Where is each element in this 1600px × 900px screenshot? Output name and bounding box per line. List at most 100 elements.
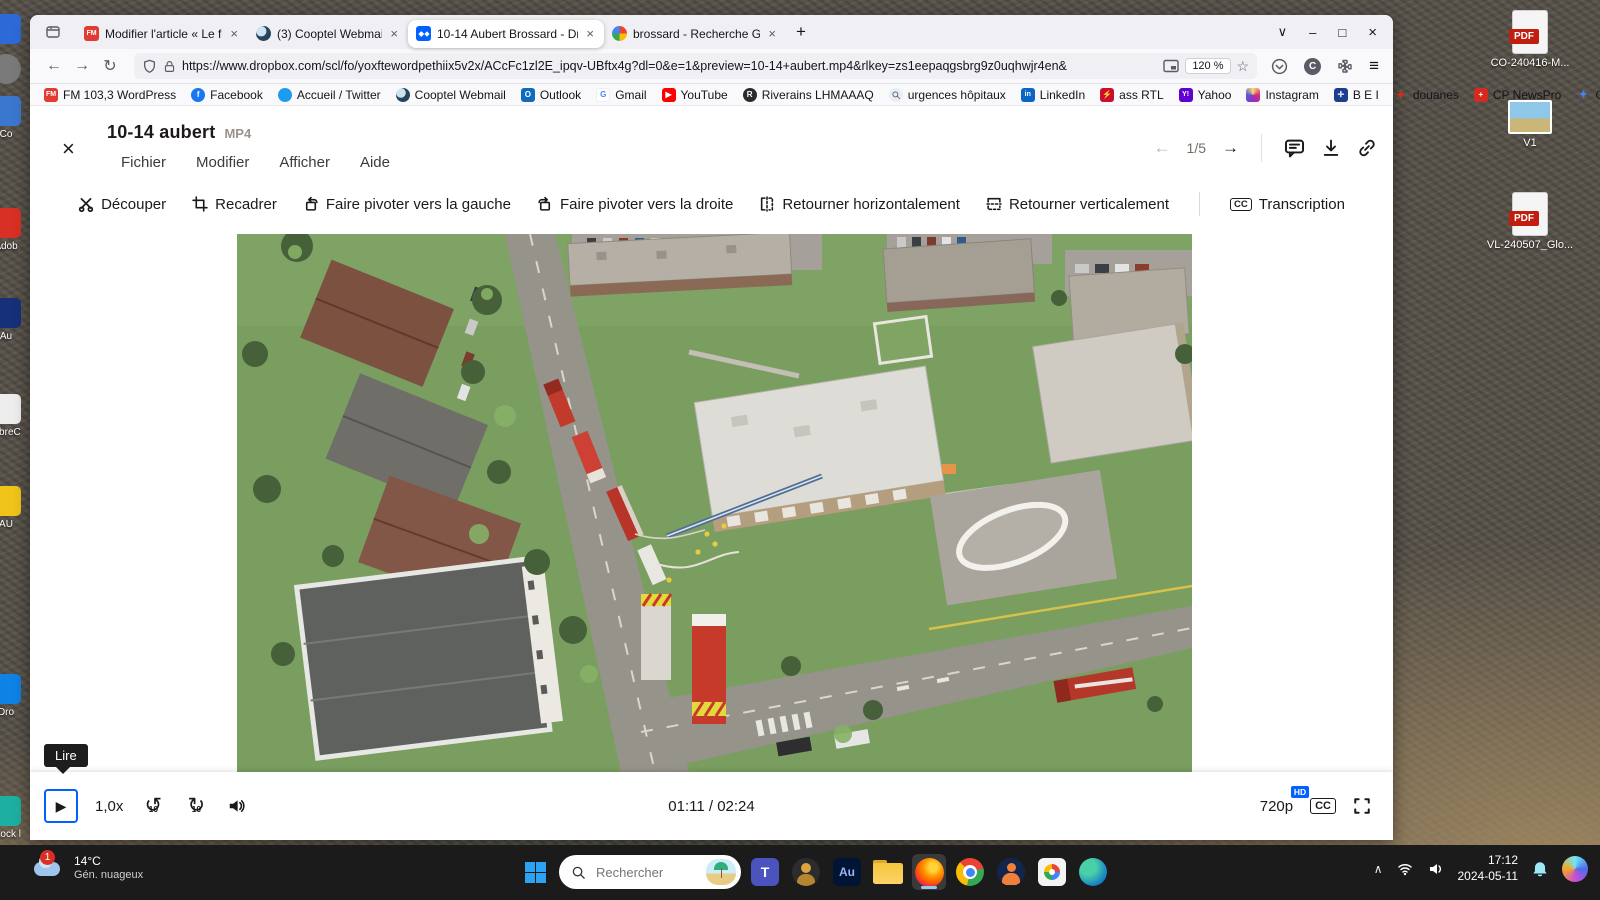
bookmark-riverains[interactable]: RRiverains LHMAAAQ xyxy=(743,88,874,102)
reload-button[interactable]: ↻ xyxy=(96,56,124,76)
bookmark-yahoo[interactable]: Y!Yahoo xyxy=(1179,88,1232,102)
pocket-icon[interactable] xyxy=(1271,58,1288,75)
previous-file-arrow[interactable]: ← xyxy=(1154,138,1171,158)
menu-fichier[interactable]: Fichier xyxy=(121,154,166,171)
desktop-icon-dropbox[interactable]: Dro xyxy=(0,674,28,718)
next-file-arrow[interactable]: → xyxy=(1222,138,1239,158)
bookmark-facebook[interactable]: fFacebook xyxy=(191,88,263,102)
taskbar-icon-firefox[interactable] xyxy=(912,854,946,890)
tab-close-icon[interactable]: × xyxy=(584,26,596,41)
bookmark-youtube[interactable]: ▶YouTube xyxy=(662,88,728,102)
bookmark-ass-rtl[interactable]: ⚡ass RTL xyxy=(1100,88,1163,102)
maximize-button[interactable]: □ xyxy=(1338,25,1346,40)
desktop-icon-libreoffice[interactable]: LibreC xyxy=(0,394,28,438)
weather-widget[interactable]: 1 14°C Gén. nuageux xyxy=(32,852,143,884)
fullscreen-icon[interactable] xyxy=(1353,797,1371,815)
copy-link-icon[interactable] xyxy=(1357,138,1377,158)
flip-horizontal-button[interactable]: Retourner horizontalement xyxy=(759,196,960,213)
taskbar-icon-browser-globe[interactable] xyxy=(1076,854,1110,890)
start-button[interactable] xyxy=(518,854,552,890)
download-icon[interactable] xyxy=(1321,138,1341,158)
bookmark-outlook[interactable]: OOutlook xyxy=(521,88,581,102)
taskbar-icon-photos[interactable] xyxy=(1035,854,1069,890)
desktop-icon-co[interactable]: Co xyxy=(0,96,28,140)
taskbar-icon-character-app[interactable] xyxy=(789,854,823,890)
flip-vertical-button[interactable]: Retourner verticalement xyxy=(986,196,1169,213)
minimize-button[interactable]: – xyxy=(1309,25,1316,40)
picture-in-picture-icon[interactable] xyxy=(1163,59,1179,73)
desktop-icon-partial[interactable] xyxy=(0,14,28,44)
taskbar-icon-chrome[interactable] xyxy=(953,854,987,890)
transcription-button[interactable]: CC Transcription xyxy=(1230,196,1345,213)
taskbar-icon-audition[interactable]: Au xyxy=(830,854,864,890)
bookmark-star-icon[interactable]: ☆ xyxy=(1237,58,1250,75)
captions-toggle-button[interactable]: CC xyxy=(1310,798,1336,814)
desktop-icon-image-v1[interactable]: V1 xyxy=(1482,100,1578,149)
trim-button[interactable]: Découper xyxy=(78,196,166,213)
taskbar-icon-explorer[interactable] xyxy=(871,854,905,890)
hidden-icons-chevron[interactable]: ∧ xyxy=(1374,862,1383,876)
bookmark-douanes[interactable]: ✦douanes xyxy=(1394,88,1459,102)
taskbar-icon-teams[interactable]: T xyxy=(748,854,782,890)
menu-hamburger-icon[interactable]: ≡ xyxy=(1369,56,1379,76)
desktop-icon-pdf-1[interactable]: PDF CO-240416-M... xyxy=(1482,10,1578,69)
lock-icon[interactable] xyxy=(163,60,176,73)
menu-afficher[interactable]: Afficher xyxy=(279,154,330,171)
quality-button[interactable]: 720p HD xyxy=(1260,798,1293,815)
menu-modifier[interactable]: Modifier xyxy=(196,154,249,171)
bookmark-fm-wordpress[interactable]: FMFM 103,3 WordPress xyxy=(44,88,176,102)
speaker-icon[interactable] xyxy=(1427,861,1445,877)
shield-icon[interactable] xyxy=(142,59,157,74)
address-bar[interactable]: https://www.dropbox.com/scl/fo/yoxftewor… xyxy=(134,53,1257,79)
taskbar-search[interactable] xyxy=(559,855,741,889)
copilot-icon[interactable] xyxy=(1562,856,1588,882)
forward-button[interactable]: → xyxy=(68,57,96,75)
desktop-icon-partial[interactable] xyxy=(0,54,28,84)
volume-icon[interactable] xyxy=(226,797,247,815)
crop-button[interactable]: Recadrer xyxy=(192,196,277,213)
tab-close-icon[interactable]: × xyxy=(766,26,778,41)
menu-aide[interactable]: Aide xyxy=(360,154,390,171)
tab-dropbox-active[interactable]: 10-14 Aubert Brossard - Dropbo × xyxy=(408,20,604,48)
zoom-level-indicator[interactable]: 120 % xyxy=(1185,58,1230,74)
video-frame[interactable] xyxy=(237,234,1192,772)
desktop-icon-au2[interactable]: AU xyxy=(0,486,28,530)
tab-wordpress-article[interactable]: FM Modifier l'article « Le feu jette à × xyxy=(76,20,248,48)
bookmark-gemini[interactable]: ✦Gemini xyxy=(1576,88,1600,102)
desktop-icon-pdf-2[interactable]: PDF VL-240507_Glo... xyxy=(1482,192,1578,251)
bookmark-twitter[interactable]: Accueil / Twitter xyxy=(278,88,381,102)
wifi-icon[interactable] xyxy=(1396,861,1414,877)
extensions-puzzle-icon[interactable] xyxy=(1337,58,1353,74)
tab-close-icon[interactable]: × xyxy=(388,26,400,41)
close-window-button[interactable]: × xyxy=(1368,24,1377,41)
desktop-icon-adobe[interactable]: Adob xyxy=(0,208,28,252)
desktop-icon-stock[interactable]: Stock l xyxy=(0,796,28,840)
bookmark-gmail[interactable]: GGmail xyxy=(596,88,646,102)
bookmark-cooptel[interactable]: Cooptel Webmail xyxy=(396,88,506,102)
url-text[interactable]: https://www.dropbox.com/scl/fo/yoxftewor… xyxy=(182,59,1157,73)
play-button[interactable]: ▶ xyxy=(44,789,78,823)
bookmark-instagram[interactable]: Instagram xyxy=(1246,88,1318,102)
desktop-icon-au[interactable]: Au xyxy=(0,298,28,342)
bookmark-linkedin[interactable]: inLinkedIn xyxy=(1021,88,1085,102)
notification-bell-icon[interactable] xyxy=(1531,860,1549,878)
comments-icon[interactable] xyxy=(1284,138,1305,159)
firefox-view-icon[interactable] xyxy=(38,19,68,45)
rotate-right-button[interactable]: Faire pivoter vers la droite xyxy=(537,196,733,213)
skip-back-10-button[interactable]: ↺ 10 xyxy=(140,793,166,819)
taskbar-icon-avatar-app[interactable] xyxy=(994,854,1028,890)
search-input[interactable] xyxy=(594,864,698,881)
bookmark-urgences[interactable]: urgences hôpitaux xyxy=(889,88,1006,102)
back-button[interactable]: ← xyxy=(40,57,68,75)
close-preview-button[interactable]: × xyxy=(62,138,75,160)
clock[interactable]: 17:12 2024-05-11 xyxy=(1458,853,1519,884)
skip-forward-10-button[interactable]: ↻ 10 xyxy=(183,793,209,819)
bookmark-cp-newspro[interactable]: +CP NewsPro xyxy=(1474,88,1561,102)
list-all-tabs-button[interactable]: ∨ xyxy=(1278,24,1288,40)
rotate-left-button[interactable]: Faire pivoter vers la gauche xyxy=(303,196,511,213)
tab-google-search[interactable]: brossard - Recherche Google × xyxy=(604,20,786,48)
playback-speed-button[interactable]: 1,0x xyxy=(95,798,123,815)
new-tab-button[interactable]: + xyxy=(796,22,806,42)
c-extension-icon[interactable]: C xyxy=(1304,58,1321,75)
tab-close-icon[interactable]: × xyxy=(228,26,240,41)
